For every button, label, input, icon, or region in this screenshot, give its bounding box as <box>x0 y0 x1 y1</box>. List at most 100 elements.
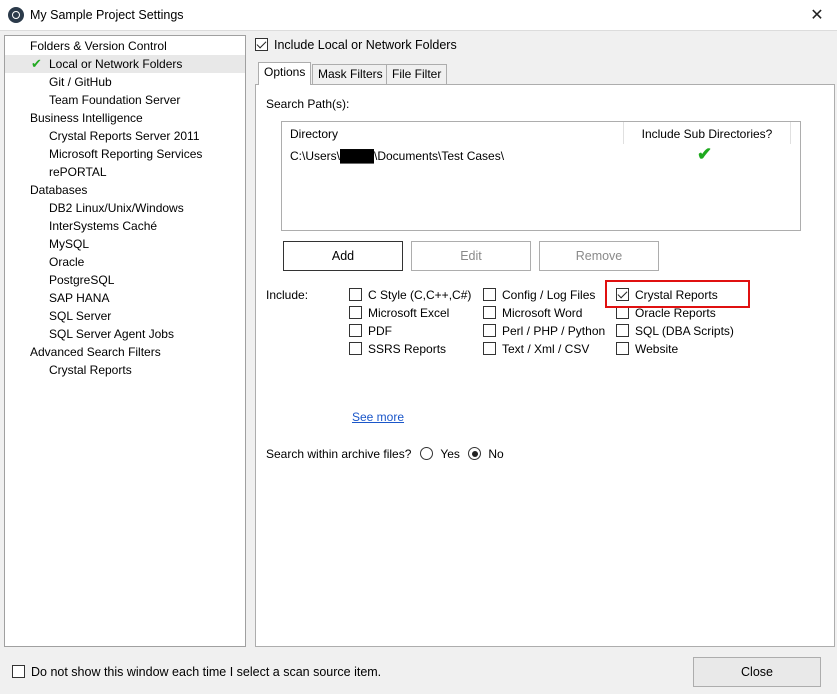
include-ms-excel-checkbox[interactable] <box>349 306 362 319</box>
include-folders-checkbox[interactable] <box>255 38 268 51</box>
selected-check-icon: ✔ <box>31 56 42 71</box>
tree-item-label: SQL Server Agent Jobs <box>49 327 174 341</box>
tree-local-network-folders[interactable]: ✔ Local or Network Folders <box>5 55 245 73</box>
tree-team-foundation-server[interactable]: Team Foundation Server <box>5 91 245 109</box>
tree-ms-reporting-services[interactable]: Microsoft Reporting Services <box>5 145 245 163</box>
tab-mask-filters[interactable]: Mask Filters <box>312 64 389 84</box>
tree-item-label: Microsoft Reporting Services <box>49 147 203 161</box>
include-ms-word-label: Microsoft Word <box>502 306 583 320</box>
include-perl-php-python-checkbox[interactable] <box>483 324 496 337</box>
archive-yes-option[interactable]: Yes <box>420 447 460 461</box>
include-ms-word-checkbox[interactable] <box>483 306 496 319</box>
include-ms-word[interactable]: Microsoft Word <box>483 305 582 321</box>
include-config-log[interactable]: Config / Log Files <box>483 287 595 303</box>
include-website-label: Website <box>635 342 679 356</box>
tree-item-label: InterSystems Caché <box>49 219 158 233</box>
tree-item-label: Crystal Reports Server 2011 <box>49 129 200 143</box>
include-ms-excel-label: Microsoft Excel <box>368 306 450 320</box>
column-header-directory[interactable]: Directory <box>290 127 338 141</box>
add-path-button[interactable]: Add <box>283 241 403 271</box>
include-config-log-label: Config / Log Files <box>502 288 596 302</box>
tree-mysql[interactable]: MySQL <box>5 235 245 253</box>
tree-item-label: Local or Network Folders <box>49 57 183 71</box>
include-ms-excel[interactable]: Microsoft Excel <box>349 305 449 321</box>
tree-item-label: SQL Server <box>49 309 112 323</box>
tree-item-label: Advanced Search Filters <box>30 345 161 359</box>
tree-item-label: PostgreSQL <box>49 273 115 287</box>
subdirs-check-icon: ✔ <box>697 144 713 164</box>
include-perl-php-python-label: Perl / PHP / Python <box>502 324 606 338</box>
tree-item-label: DB2 Linux/Unix/Windows <box>49 201 184 215</box>
dont-show-label: Do not show this window each time I sele… <box>31 665 382 679</box>
include-text-xml-csv[interactable]: Text / Xml / CSV <box>483 341 589 357</box>
include-config-log-checkbox[interactable] <box>483 288 496 301</box>
settings-tree: Folders & Version Control ✔ Local or Netwo… <box>4 35 246 647</box>
search-path-cell[interactable]: C:\Users\████\Documents\Test Cases\ <box>290 149 504 163</box>
include-ssrs-checkbox[interactable] <box>349 342 362 355</box>
include-pdf-label: PDF <box>368 324 392 338</box>
include-text-xml-csv-checkbox[interactable] <box>483 342 496 355</box>
tree-sql-server-agent-jobs[interactable]: SQL Server Agent Jobs <box>5 325 245 343</box>
include-text-xml-csv-label: Text / Xml / CSV <box>502 342 590 356</box>
tree-item-label: Git / GitHub <box>49 75 112 89</box>
tree-postgresql[interactable]: PostgreSQL <box>5 271 245 289</box>
include-oracle-reports-label: Oracle Reports <box>635 306 716 320</box>
archive-yes-radio[interactable] <box>420 447 433 460</box>
tree-crystal-reports-server[interactable]: Crystal Reports Server 2011 <box>5 127 245 145</box>
include-folders-toggle[interactable]: Include Local or Network Folders <box>255 38 457 52</box>
edit-path-button[interactable]: Edit <box>411 241 531 271</box>
tree-item-label: Oracle <box>49 255 85 269</box>
tab-file-filter[interactable]: File Filter <box>386 64 448 84</box>
tree-item-label: MySQL <box>49 237 90 251</box>
include-sql-dba-label: SQL (DBA Scripts) <box>635 324 734 338</box>
tree-folders-version-control[interactable]: Folders & Version Control <box>5 37 245 55</box>
column-divider <box>790 122 791 144</box>
tree-item-label: rePORTAL <box>49 165 107 179</box>
include-website[interactable]: Website <box>616 341 678 357</box>
search-paths-label: Search Path(s): <box>266 97 350 111</box>
tree-sql-server[interactable]: SQL Server <box>5 307 245 325</box>
column-header-subdirs[interactable]: Include Sub Directories? <box>624 127 790 141</box>
include-pdf[interactable]: PDF <box>349 323 392 339</box>
tree-crystal-reports[interactable]: Crystal Reports <box>5 361 245 379</box>
close-button[interactable]: Close <box>693 657 821 687</box>
tree-sap-hana[interactable]: SAP HANA <box>5 289 245 307</box>
tree-business-intelligence[interactable]: Business Intelligence <box>5 109 245 127</box>
tree-item-label: Crystal Reports <box>49 363 132 377</box>
include-sql-dba[interactable]: SQL (DBA Scripts) <box>616 323 734 339</box>
dont-show-toggle[interactable]: Do not show this window each time I sele… <box>12 665 381 679</box>
include-perl-php-python[interactable]: Perl / PHP / Python <box>483 323 605 339</box>
see-more-link[interactable]: See more <box>352 410 404 424</box>
tree-item-label: Team Foundation Server <box>49 93 181 107</box>
tree-reportal[interactable]: rePORTAL <box>5 163 245 181</box>
archive-yes-label: Yes <box>440 447 460 461</box>
include-c-style[interactable]: C Style (C,C++,C#) <box>349 287 471 303</box>
options-tab-panel: Search Path(s): Directory Include Sub Di… <box>255 84 835 647</box>
window-close-icon[interactable]: ✕ <box>797 0 837 31</box>
tree-db2[interactable]: DB2 Linux/Unix/Windows <box>5 199 245 217</box>
include-c-style-label: C Style (C,C++,C#) <box>368 288 472 302</box>
tab-options[interactable]: Options <box>258 62 312 85</box>
tree-oracle[interactable]: Oracle <box>5 253 245 271</box>
tree-git-github[interactable]: Git / GitHub <box>5 73 245 91</box>
settings-content: Include Local or Network Folders Options… <box>255 35 835 647</box>
archive-no-radio[interactable] <box>468 447 481 460</box>
include-ssrs[interactable]: SSRS Reports <box>349 341 446 357</box>
highlight-annotation <box>605 280 750 308</box>
tree-intersystems-cache[interactable]: InterSystems Caché <box>5 217 245 235</box>
archive-no-option[interactable]: No <box>468 447 504 461</box>
remove-path-button[interactable]: Remove <box>539 241 659 271</box>
search-paths-table[interactable]: Directory Include Sub Directories? C:\Us… <box>281 121 801 231</box>
title-bar: My Sample Project Settings ✕ <box>0 0 837 31</box>
tree-item-label: Databases <box>30 183 88 197</box>
include-pdf-checkbox[interactable] <box>349 324 362 337</box>
archive-label: Search within archive files? <box>266 447 412 461</box>
dont-show-checkbox[interactable] <box>12 665 25 678</box>
app-logo-icon <box>8 7 24 23</box>
tree-databases[interactable]: Databases <box>5 181 245 199</box>
tree-advanced-search-filters[interactable]: Advanced Search Filters <box>5 343 245 361</box>
include-ssrs-label: SSRS Reports <box>368 342 447 356</box>
include-c-style-checkbox[interactable] <box>349 288 362 301</box>
include-sql-dba-checkbox[interactable] <box>616 324 629 337</box>
include-website-checkbox[interactable] <box>616 342 629 355</box>
